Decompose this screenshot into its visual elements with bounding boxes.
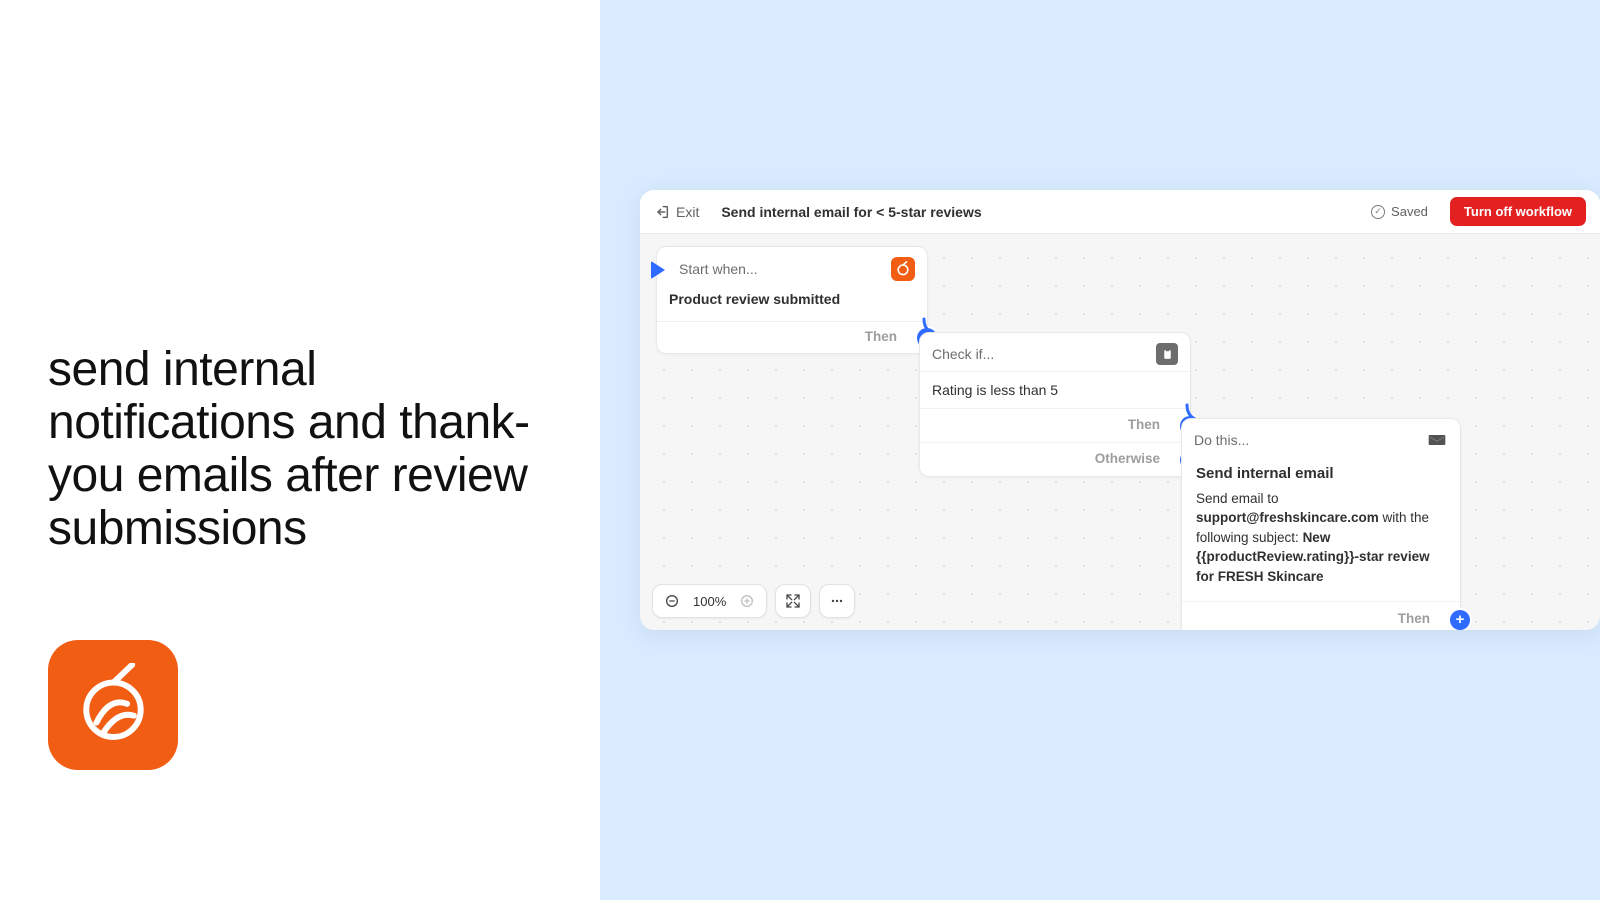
zoom-in-button[interactable] (738, 592, 756, 610)
trigger-card[interactable]: Start when... Product review submitted T… (656, 246, 928, 354)
headline: send internal notifications and thank-yo… (48, 344, 552, 555)
exit-button[interactable]: Exit (654, 204, 699, 220)
action-email: support@freshskincare.com (1196, 510, 1379, 525)
exit-icon (654, 204, 670, 220)
action-then-label: Then (1398, 611, 1430, 626)
left-marketing-pane: send internal notifications and thank-yo… (0, 0, 600, 900)
play-icon (651, 261, 665, 279)
zoom-pill: 100% (652, 584, 767, 618)
brand-logo (48, 640, 178, 770)
app-header: Exit Send internal email for < 5-star re… (640, 190, 1600, 234)
clipboard-icon (1156, 343, 1178, 365)
workflow-title: Send internal email for < 5-star reviews (721, 204, 981, 220)
trigger-then-label: Then (865, 329, 897, 344)
app-integration-badge (891, 257, 915, 281)
zoom-out-button[interactable] (663, 592, 681, 610)
condition-then-label: Then (1128, 417, 1160, 432)
condition-header-label: Check if... (932, 346, 994, 362)
action-text-prefix: Send email to (1196, 491, 1279, 506)
mail-icon (1426, 429, 1448, 451)
zoom-controls: 100% (652, 584, 855, 618)
trigger-body: Product review submitted (657, 287, 927, 321)
condition-body: Rating is less than 5 (920, 371, 1190, 408)
workflow-app-window: Exit Send internal email for < 5-star re… (640, 190, 1600, 630)
turn-off-workflow-button[interactable]: Turn off workflow (1450, 197, 1586, 226)
trigger-header-label: Start when... (679, 261, 758, 277)
unicorn-icon (71, 663, 156, 748)
action-card[interactable]: Do this... Send internal email Send emai… (1181, 418, 1461, 630)
action-title: Send internal email (1196, 463, 1446, 485)
workflow-canvas[interactable]: Start when... Product review submitted T… (640, 234, 1600, 630)
more-options-button[interactable] (819, 584, 855, 618)
action-header-label: Do this... (1194, 432, 1249, 448)
saved-label: Saved (1391, 204, 1428, 219)
check-circle-icon (1371, 205, 1385, 219)
fit-to-screen-button[interactable] (775, 584, 811, 618)
condition-card[interactable]: Check if... Rating is less than 5 Then O… (919, 332, 1191, 477)
right-screenshot-pane: Exit Send internal email for < 5-star re… (600, 0, 1600, 900)
add-next-step-button[interactable] (1450, 610, 1470, 630)
zoom-level: 100% (693, 594, 726, 609)
condition-otherwise-label: Otherwise (1095, 451, 1160, 466)
action-body: Send internal email Send email to suppor… (1182, 457, 1460, 599)
exit-label: Exit (676, 204, 699, 220)
saved-status: Saved (1371, 204, 1428, 219)
